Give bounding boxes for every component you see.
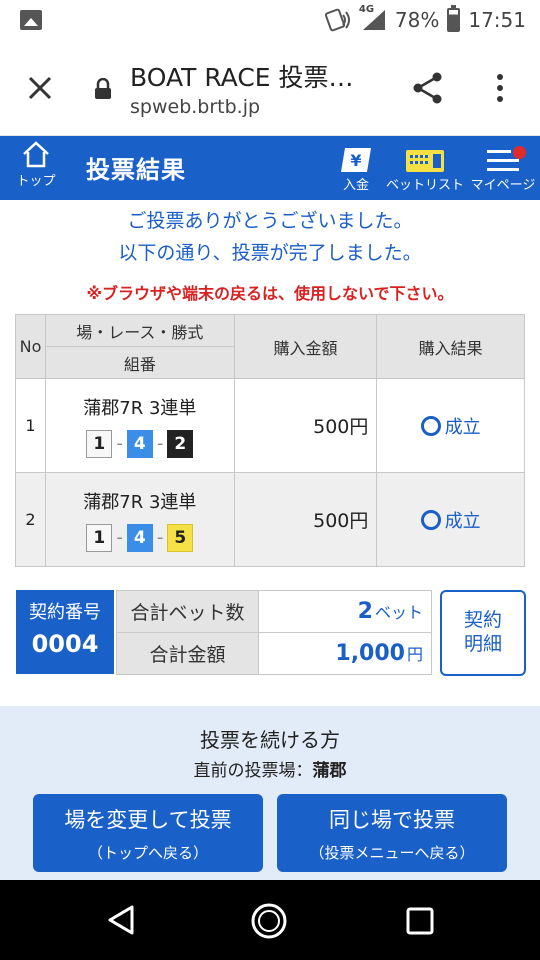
back-icon[interactable] [106, 904, 136, 936]
combo-separator: - [156, 527, 164, 548]
top-button[interactable]: トップ [8, 140, 64, 196]
status-bar: 4G 78% 17:51 [0, 0, 540, 40]
table-row: 2 蒲郡7R 3連単 1 - 4 - 5 500円 成立 [15, 472, 525, 567]
combo-separator: - [116, 433, 123, 454]
notification-badge [513, 146, 526, 159]
same-venue-button[interactable]: 同じ場で投票 （投票メニューへ戻る） [277, 794, 507, 872]
same-venue-sub: （投票メニューへ戻る） [309, 844, 475, 862]
battery-icon [447, 5, 461, 32]
row-result: 成立 [376, 472, 525, 567]
race-name: 蒲郡7R 3連単 [83, 491, 197, 513]
continue-title: 投票を続ける方 [200, 728, 340, 752]
betlist-button[interactable]: ベットリスト [386, 142, 464, 193]
detail-line2: 明細 [463, 633, 502, 655]
total-bets: 2 [357, 599, 373, 624]
clock: 17:51 [468, 8, 526, 32]
gallery-icon [20, 10, 42, 30]
signal-icon: 4G [359, 4, 387, 32]
boat-number: 5 [167, 523, 194, 552]
bets-unit: ベット [374, 603, 423, 622]
row-result: 成立 [376, 378, 525, 473]
betlist-label: ベットリスト [386, 178, 465, 193]
back-warning: ※ブラウザや端末の戻るは、使用しないで下さい。 [86, 284, 454, 303]
boat-number: 1 [86, 429, 113, 458]
success-circle-icon [420, 509, 441, 530]
result-text: 成立 [444, 510, 481, 532]
deposit-icon-glyph: ¥ [350, 151, 361, 170]
recent-icon[interactable] [405, 906, 435, 936]
row-amount: 500円 [233, 472, 378, 567]
header-venue-race-type: 場・レース・勝式 [44, 314, 235, 347]
amount-unit: 円 [406, 645, 423, 664]
page-title: 投票結果 [86, 156, 186, 184]
deposit-label: 入金 [342, 178, 369, 193]
browser-url[interactable]: spweb.brtb.jp [130, 96, 260, 118]
thanks-message: ご投票ありがとうございました。 [127, 210, 413, 232]
row-no: 2 [15, 472, 46, 567]
contract-number-box: 契約番号 0004 [16, 590, 114, 674]
site-header: トップ 投票結果 ¥ 入金 ベットリスト マイページ [0, 136, 540, 200]
result-text: 成立 [444, 416, 481, 438]
top-label: トップ [16, 174, 56, 189]
nfc-icon [324, 8, 350, 32]
combo-separator: - [116, 527, 123, 548]
change-venue-sub: （トップへ戻る） [87, 844, 208, 862]
venue-prefix: 直前の投票場： [193, 761, 313, 781]
mypage-button[interactable]: マイページ [468, 142, 538, 193]
total-amount-value: 1,000 円 [258, 632, 432, 675]
mypage-label: マイページ [470, 178, 536, 193]
combo-separator: - [156, 433, 164, 454]
change-venue-label: 場を変更して投票 [64, 808, 232, 832]
table-row: 1 蒲郡7R 3連単 1 - 4 - 2 500円 成立 [15, 378, 525, 473]
close-icon[interactable] [26, 74, 54, 102]
deposit-button[interactable]: ¥ 入金 [334, 142, 378, 193]
deposit-icon: ¥ [341, 148, 371, 172]
header-no: No [15, 314, 46, 379]
header-amount: 購入金額 [233, 314, 378, 379]
total-amount: 1,000 [335, 641, 405, 666]
summary-table: 合計ベット数 2 ベット 合計金額 1,000 円 [116, 590, 432, 675]
change-venue-button[interactable]: 場を変更して投票 （トップへ戻る） [33, 794, 263, 872]
continue-voting-section: 投票を続ける方 直前の投票場：蒲郡 場を変更して投票 （トップへ戻る） 同じ場で… [0, 706, 540, 880]
race-name: 蒲郡7R 3連単 [83, 397, 197, 419]
boat-number: 4 [126, 429, 153, 458]
share-icon[interactable] [410, 70, 446, 106]
boat-number: 2 [167, 429, 194, 458]
last-venue: 直前の投票場：蒲郡 [0, 756, 540, 781]
contract-number: 0004 [31, 630, 99, 658]
complete-message: 以下の通り、投票が完了しました。 [118, 242, 422, 264]
venue-name: 蒲郡 [312, 761, 347, 781]
header-combination: 組番 [44, 346, 235, 379]
total-bets-label: 合計ベット数 [116, 590, 259, 633]
contract-label: 契約番号 [29, 602, 101, 623]
total-bets-value: 2 ベット [258, 590, 432, 633]
row-race: 蒲郡7R 3連単 1 - 4 - 2 [44, 378, 235, 473]
row-race: 蒲郡7R 3連単 1 - 4 - 5 [44, 472, 235, 567]
android-nav-bar [0, 880, 540, 960]
same-venue-label: 同じ場で投票 [329, 808, 455, 832]
betlist-icon [406, 150, 444, 172]
combination: 1 - 4 - 2 [46, 429, 234, 458]
home-icon [23, 141, 49, 168]
browser-page-title: BOAT RACE 投票… [130, 63, 354, 92]
boat-number: 4 [126, 523, 153, 552]
row-amount: 500円 [233, 378, 378, 473]
boat-number: 1 [86, 523, 113, 552]
status-right: 4G 78% 17:51 [324, 4, 526, 34]
total-amount-label: 合計金額 [116, 632, 259, 675]
bet-result-table: No 場・レース・勝式 購入金額 購入結果 組番 1 蒲郡7R 3連単 1 - … [15, 314, 525, 567]
more-icon[interactable] [490, 70, 510, 106]
combination: 1 - 4 - 5 [46, 523, 234, 552]
home-circle-icon[interactable] [250, 902, 288, 940]
browser-toolbar: BOAT RACE 投票… spweb.brtb.jp [0, 40, 540, 136]
battery-percent: 78% [394, 8, 440, 32]
header-result: 購入結果 [376, 314, 525, 379]
contract-detail-button[interactable]: 契約 明細 [440, 590, 526, 676]
lock-icon [95, 78, 111, 99]
success-circle-icon [420, 415, 441, 436]
network-type: 4G [358, 4, 375, 15]
detail-line1: 契約 [463, 609, 502, 632]
row-no: 1 [15, 378, 46, 473]
